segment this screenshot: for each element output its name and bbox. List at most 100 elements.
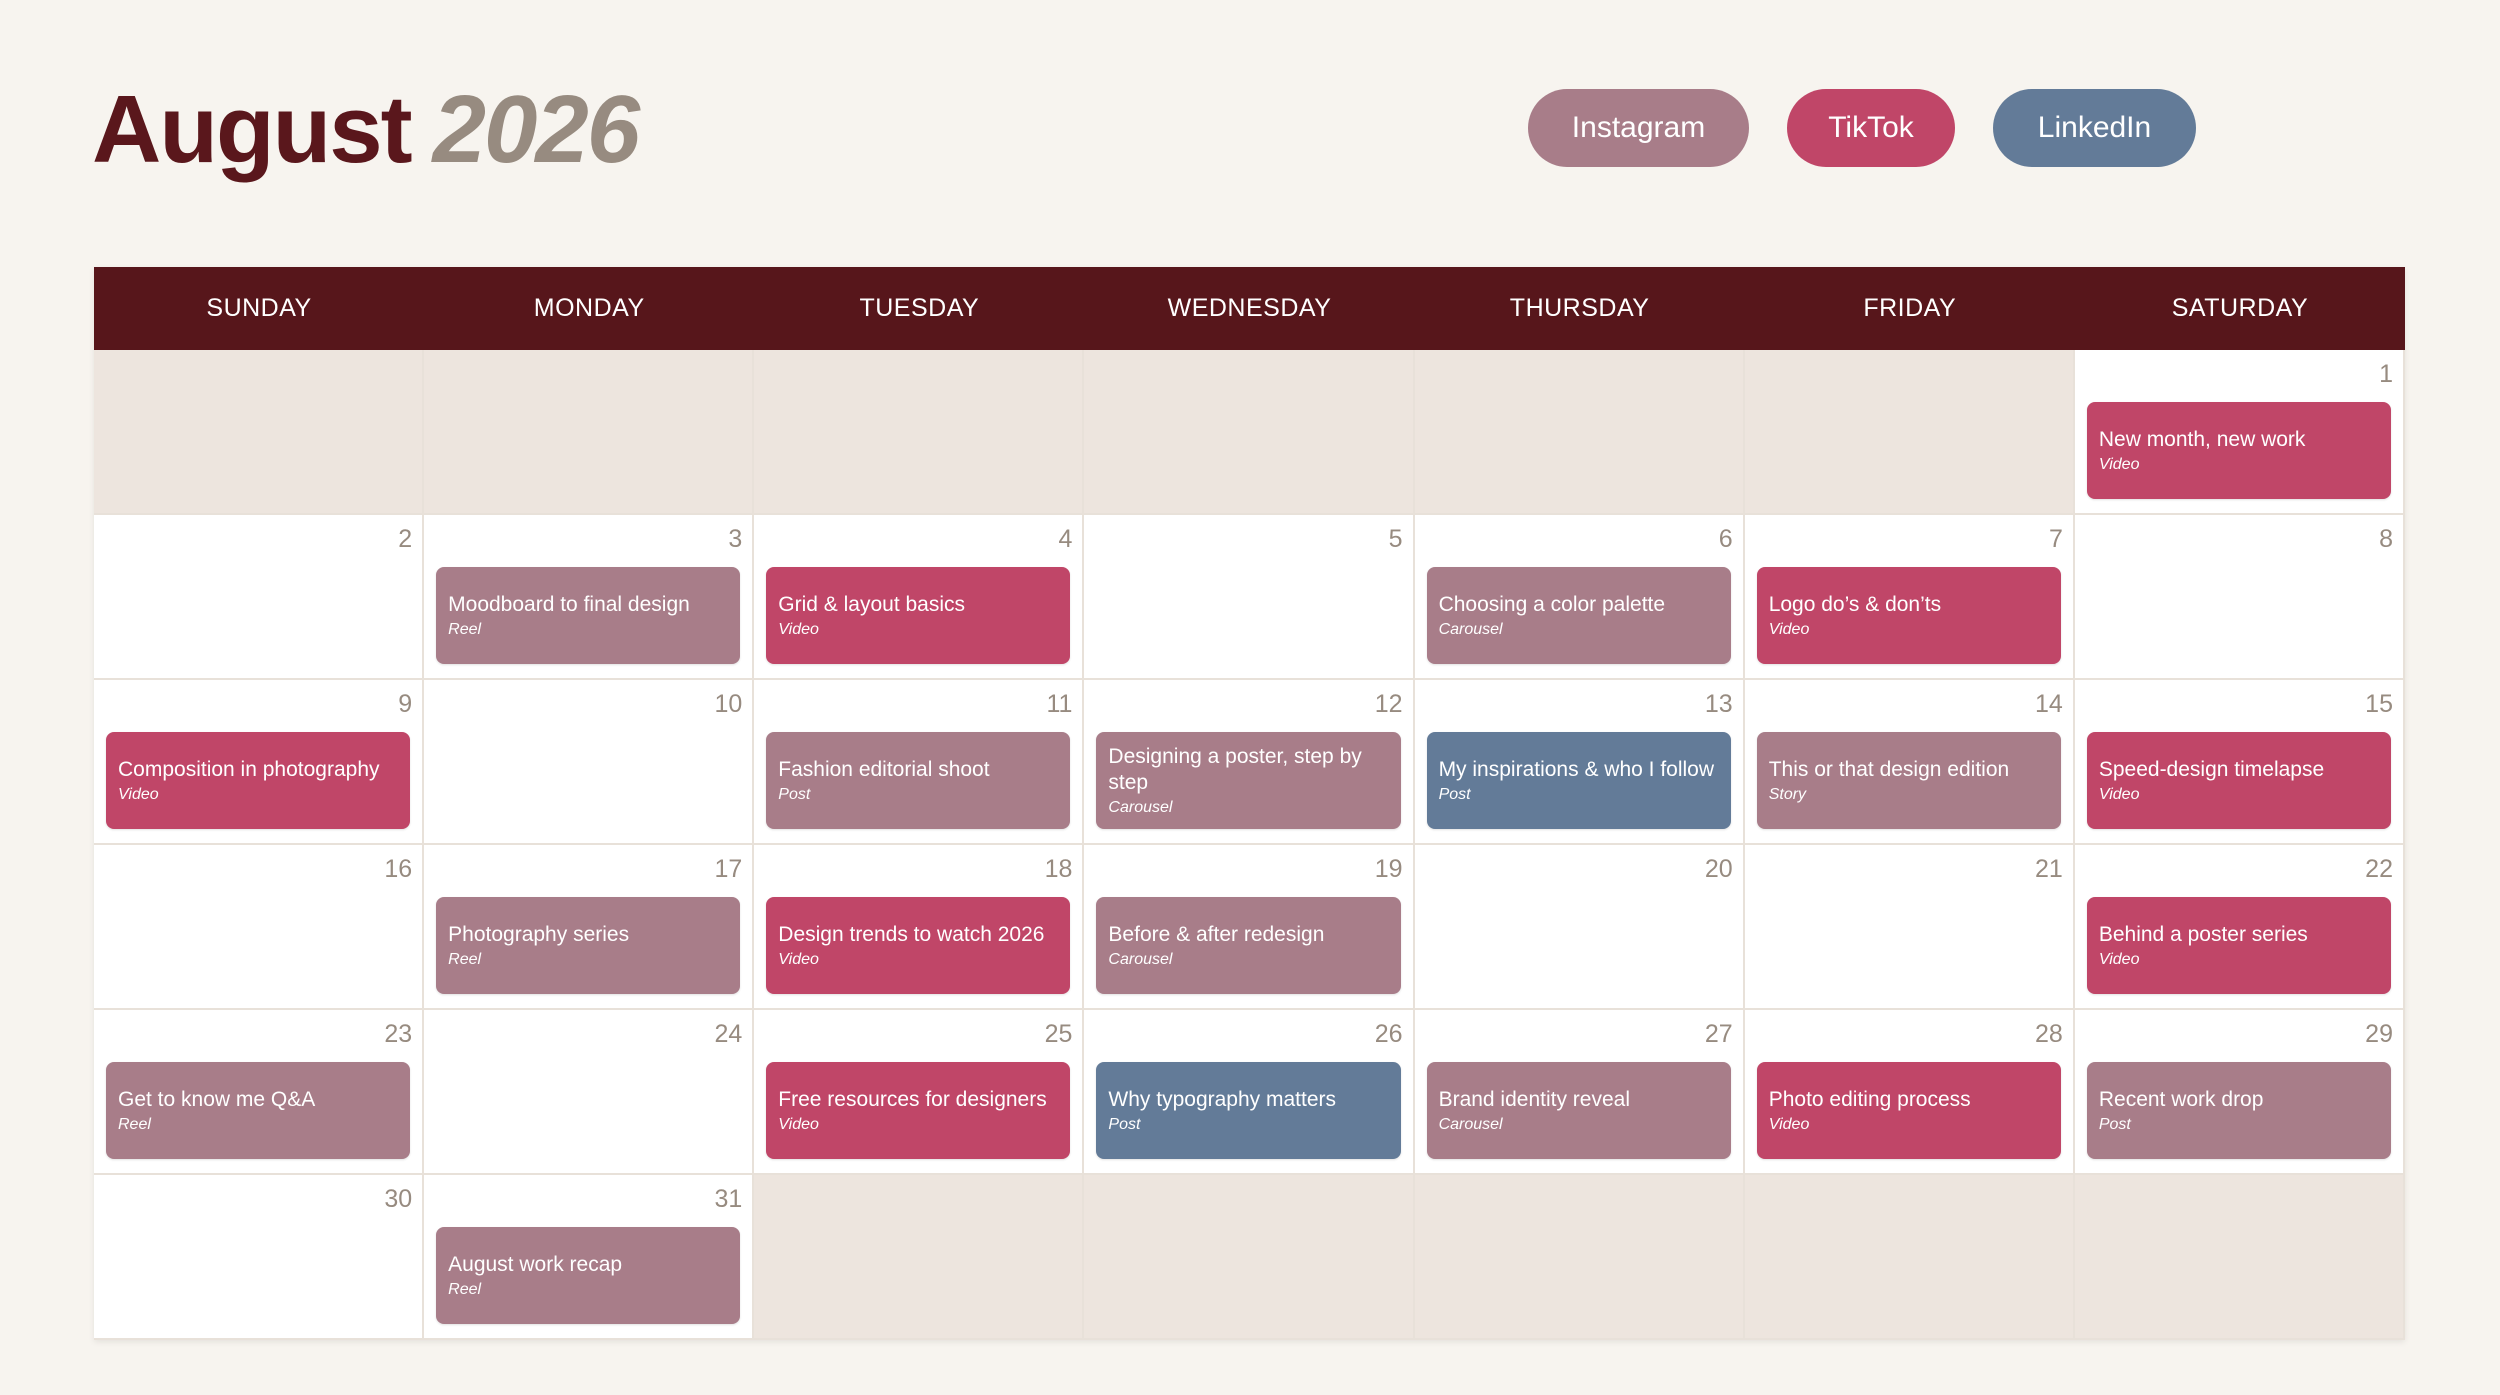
- event-type: Video: [2098, 950, 2140, 968]
- event-card[interactable]: Designing a poster, step by step Carousel: [1096, 732, 1401, 829]
- event-card[interactable]: Get to know me Q&A Reel: [106, 1062, 411, 1159]
- calendar-empty-cell: [1744, 1175, 2075, 1340]
- calendar-empty-cell: [1414, 1175, 1745, 1340]
- event-title: Get to know me Q&A: [118, 1088, 316, 1112]
- calendar-day-cell[interactable]: 10: [424, 680, 755, 845]
- legend-instagram[interactable]: Instagram: [1528, 89, 1749, 167]
- event-type: Post: [1108, 1115, 1141, 1133]
- event-title: Why typography matters: [1108, 1088, 1337, 1112]
- calendar-day-cell[interactable]: 2: [94, 515, 425, 680]
- calendar-day-cell[interactable]: 9 Composition in photography Video: [94, 680, 425, 845]
- event-title: My inspirations & who I follow: [1438, 758, 1715, 782]
- calendar-day-cell[interactable]: 3 Moodboard to final design Reel: [424, 515, 755, 680]
- event-title: Design trends to watch 2026: [778, 923, 1045, 947]
- event-card[interactable]: Recent work drop Post: [2086, 1062, 2391, 1159]
- calendar-day-cell[interactable]: 15 Speed-design timelapse Video: [2074, 680, 2405, 845]
- calendar-day-cell[interactable]: 16: [94, 845, 425, 1010]
- calendar-day-cell[interactable]: 8: [2074, 515, 2405, 680]
- calendar-day-cell[interactable]: 30: [94, 1175, 425, 1340]
- event-title: Before & after redesign: [1108, 923, 1325, 947]
- day-number: 12: [1374, 690, 1403, 718]
- legend-linkedin[interactable]: LinkedIn: [1993, 89, 2196, 167]
- event-title: Composition in photography: [118, 758, 380, 782]
- day-number: 27: [1704, 1020, 1733, 1048]
- event-card[interactable]: New month, new work Video: [2086, 402, 2391, 499]
- event-card[interactable]: August work recap Reel: [436, 1227, 741, 1324]
- calendar-empty-cell: [424, 350, 755, 515]
- day-number: 13: [1704, 690, 1733, 718]
- calendar-day-cell[interactable]: 18 Design trends to watch 2026 Video: [754, 845, 1085, 1010]
- calendar-day-cell[interactable]: 4 Grid & layout basics Video: [754, 515, 1085, 680]
- day-number: 30: [384, 1185, 413, 1213]
- calendar-day-cell[interactable]: 22 Behind a poster series Video: [2074, 845, 2405, 1010]
- calendar-day-cell[interactable]: 11 Fashion editorial shoot Post: [754, 680, 1085, 845]
- event-title: Moodboard to final design: [448, 593, 690, 617]
- weekday-saturday: SATURDAY: [2171, 294, 2309, 322]
- calendar-day-cell[interactable]: 25 Free resources for designers Video: [754, 1010, 1085, 1175]
- calendar-day-cell[interactable]: 29 Recent work drop Post: [2074, 1010, 2405, 1175]
- event-title: New month, new work: [2098, 428, 2306, 452]
- calendar-day-cell[interactable]: 24: [424, 1010, 755, 1175]
- calendar-day-cell[interactable]: 27 Brand identity reveal Carousel: [1414, 1010, 1745, 1175]
- event-card[interactable]: This or that design edition Story: [1756, 732, 2061, 829]
- event-card[interactable]: Fashion editorial shoot Post: [766, 732, 1071, 829]
- event-title: Recent work drop: [2098, 1088, 2264, 1112]
- calendar-day-cell[interactable]: 31 August work recap Reel: [424, 1175, 755, 1340]
- event-title: Free resources for designers: [778, 1088, 1047, 1112]
- weekday-wednesday: WEDNESDAY: [1167, 294, 1332, 322]
- day-number: 28: [2035, 1020, 2063, 1048]
- event-card[interactable]: Photo editing process Video: [1756, 1062, 2061, 1159]
- calendar-day-cell[interactable]: 5: [1084, 515, 1415, 680]
- title-month: August: [92, 76, 413, 183]
- calendar-day-cell[interactable]: 26 Why typography matters Post: [1084, 1010, 1415, 1175]
- event-card[interactable]: My inspirations & who I follow Post: [1426, 732, 1731, 829]
- event-card[interactable]: Logo do’s & don’ts Video: [1756, 567, 2061, 664]
- event-title: Choosing a color palette: [1438, 593, 1666, 617]
- event-type: Video: [118, 785, 159, 803]
- event-card[interactable]: Photography series Reel: [436, 897, 741, 994]
- calendar-day-cell[interactable]: 23 Get to know me Q&A Reel: [94, 1010, 425, 1175]
- event-card[interactable]: Design trends to watch 2026 Video: [766, 897, 1071, 994]
- event-card[interactable]: Moodboard to final design Reel: [436, 567, 741, 664]
- calendar-day-cell[interactable]: 20: [1414, 845, 1745, 1010]
- calendar-day-cell[interactable]: 12 Designing a poster, step by step Carous…: [1084, 680, 1415, 845]
- event-type: Post: [1438, 785, 1471, 803]
- event-card[interactable]: Behind a poster series Video: [2086, 897, 2391, 994]
- event-card[interactable]: Speed-design timelapse Video: [2086, 732, 2391, 829]
- event-title: This or that design edition: [1768, 758, 2010, 782]
- day-number: 14: [2035, 690, 2063, 718]
- day-number: 23: [384, 1020, 413, 1048]
- calendar-day-cell[interactable]: 7 Logo do’s & don’ts Video: [1744, 515, 2075, 680]
- event-type: Reel: [448, 620, 482, 638]
- event-title: Grid & layout basics: [778, 593, 966, 617]
- event-card[interactable]: Choosing a color palette Carousel: [1426, 567, 1731, 664]
- event-card[interactable]: Before & after redesign Carousel: [1096, 897, 1401, 994]
- event-title: Photography series: [448, 923, 630, 947]
- calendar-day-cell[interactable]: 28 Photo editing process Video: [1744, 1010, 2075, 1175]
- calendar-day-cell[interactable]: 6 Choosing a color palette Carousel: [1414, 515, 1745, 680]
- event-card[interactable]: Why typography matters Post: [1096, 1062, 1401, 1159]
- event-title: Logo do’s & don’ts: [1768, 593, 1942, 617]
- legend-tiktok[interactable]: TikTok: [1787, 89, 1955, 167]
- calendar-day-cell[interactable]: 19 Before & after redesign Carousel: [1084, 845, 1415, 1010]
- calendar-day-cell[interactable]: 21: [1744, 845, 2075, 1010]
- event-card[interactable]: Grid & layout basics Video: [766, 567, 1071, 664]
- calendar-day-cell[interactable]: 17 Photography series Reel: [424, 845, 755, 1010]
- calendar-day-cell[interactable]: 1 New month, new work Video: [2074, 350, 2405, 515]
- calendar-day-cell[interactable]: 13 My inspirations & who I follow Post: [1414, 680, 1745, 845]
- page-title: August 2026: [92, 68, 640, 193]
- event-title: Brand identity reveal: [1438, 1088, 1631, 1112]
- event-card[interactable]: Composition in photography Video: [106, 732, 411, 829]
- day-number: 8: [2379, 525, 2393, 553]
- day-number: 21: [2035, 855, 2063, 883]
- calendar-empty-cell: [94, 350, 425, 515]
- weekday-friday: FRIDAY: [1863, 294, 1957, 322]
- day-number: 3: [728, 525, 743, 553]
- event-type: Carousel: [1438, 1115, 1503, 1133]
- day-number: 5: [1388, 525, 1403, 553]
- event-type: Video: [778, 620, 819, 638]
- event-card[interactable]: Free resources for designers Video: [766, 1062, 1071, 1159]
- calendar-day-cell[interactable]: 14 This or that design edition Story: [1744, 680, 2075, 845]
- event-card[interactable]: Brand identity reveal Carousel: [1426, 1062, 1731, 1159]
- day-number: 17: [714, 855, 743, 883]
